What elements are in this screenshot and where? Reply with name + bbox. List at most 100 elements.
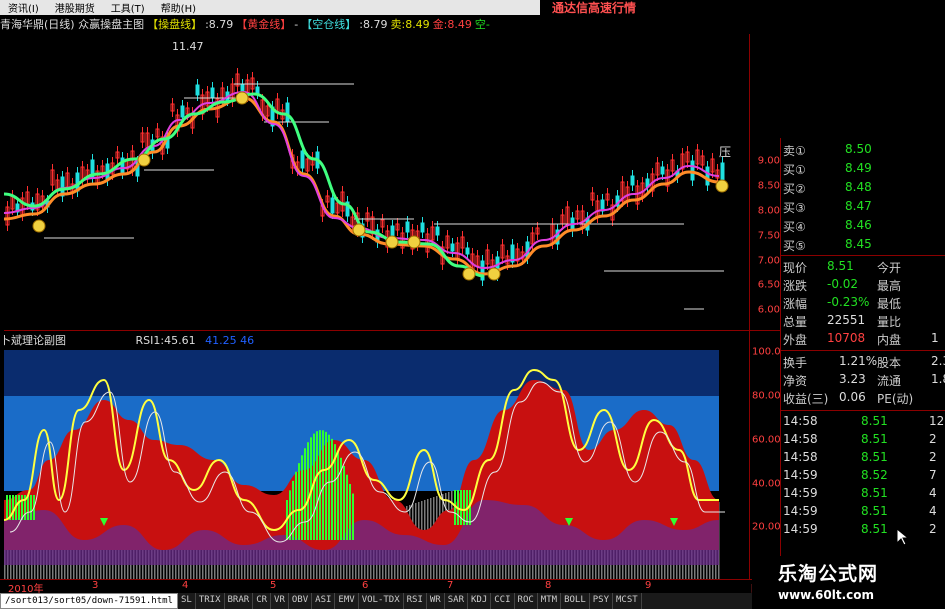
tab-vr[interactable]: VR <box>271 593 289 609</box>
candle-body <box>630 175 635 186</box>
tab-sl[interactable]: SL <box>178 593 196 609</box>
tag-empty-line: 【空仓线】 <box>301 18 357 31</box>
tab-brar[interactable]: BRAR <box>225 593 254 609</box>
date-tick: 3 <box>92 580 99 591</box>
tab-rsi[interactable]: RSI <box>404 593 427 609</box>
candle-body <box>705 166 710 186</box>
tab-mcst[interactable]: MCST <box>613 593 642 609</box>
tick-time: 14:59 <box>783 522 818 536</box>
stat-row: 净资 3.23 流通 1.8 <box>781 372 945 390</box>
smiley-icon <box>352 223 366 237</box>
tick-row: 14:59 8.51 4 <box>781 504 945 522</box>
green-bar <box>325 431 327 540</box>
indicator-tick: 60.00 <box>752 434 781 446</box>
status-url: /sort013/sort05/down-71591.html <box>0 593 178 609</box>
price-tick: 6.00 <box>757 304 780 316</box>
menu-info[interactable]: 资讯(I) <box>0 0 47 15</box>
smiley-icon <box>32 219 46 233</box>
candle-body <box>255 86 260 94</box>
pink-ma-line <box>4 90 720 270</box>
tick-price: 8.51 <box>861 504 888 518</box>
stat-label: 现价 <box>783 261 808 275</box>
tab-mtm[interactable]: MTM <box>538 593 562 609</box>
green-bar <box>346 474 348 540</box>
menu-bar: 资讯(I) 港股期货 工具(T) 帮助(H) <box>0 0 540 15</box>
tab-trix[interactable]: TRIX <box>196 593 225 609</box>
tick-row: 14:58 8.51 12 <box>781 414 945 432</box>
value-gold-line: - <box>294 18 299 31</box>
stat-value: 1.21% <box>839 354 878 368</box>
stat-row: 涨跌 -0.02 最高 <box>781 277 945 295</box>
top-band <box>4 350 719 396</box>
green-bar <box>18 495 20 520</box>
green-bar <box>349 483 351 540</box>
order-price: 8.50 <box>845 142 872 156</box>
tab-psy[interactable]: PSY <box>590 593 614 609</box>
green-bar <box>316 431 318 540</box>
order-price: 8.47 <box>845 199 872 213</box>
smiley-icon <box>385 235 399 249</box>
stat-row: 外盘 10708 内盘 1 <box>781 331 945 349</box>
green-bar <box>319 430 321 540</box>
tick-time: 14:59 <box>783 486 818 500</box>
tick-price: 8.52 <box>861 468 888 482</box>
tick-volume: 12 <box>929 414 945 428</box>
tick-time: 14:58 <box>783 432 818 446</box>
tab-kdj[interactable]: KDJ <box>468 593 492 609</box>
stat-label-2: 今开 <box>877 261 902 275</box>
tab-cci[interactable]: CCI <box>491 593 515 609</box>
tag-gold-line: 【黄金线】 <box>236 18 292 31</box>
indicator-sub-chart[interactable] <box>4 350 749 580</box>
value-empty-line: :8.79 <box>359 18 388 31</box>
main-price-chart[interactable]: 11.47 压 <box>4 34 749 330</box>
stat-label-2: 股本 <box>877 356 902 370</box>
panel-separator <box>781 350 945 351</box>
stat-label: 换手 <box>783 356 808 370</box>
menu-tools[interactable]: 工具(T) <box>103 0 153 15</box>
stat-label-2: PE(动) <box>877 392 914 406</box>
order-book-row: 买④ 8.46 <box>781 218 945 236</box>
main-chart-header: 青海华鼎(日线) 众赢操盘主图 【操盘线】:8.79 【黄金线】 - 【空仓线】:8.7… <box>0 16 540 34</box>
tab-asi[interactable]: ASI <box>312 593 336 609</box>
stat-row: 现价 8.51 今开 <box>781 259 945 277</box>
stat-row: 收益(三) 0.06 PE(动) <box>781 390 945 408</box>
tab-vol-tdx[interactable]: VOL-TDX <box>359 593 404 609</box>
tick-volume: 7 <box>929 468 937 482</box>
rsi-value-2: 41.25 46 <box>205 334 255 347</box>
orange-ma-line <box>4 96 720 276</box>
smiley-icon <box>462 267 476 281</box>
stat-row: 涨幅 -0.23% 最低 <box>781 295 945 313</box>
tab-emv[interactable]: EMV <box>335 593 359 609</box>
tick-time: 14:58 <box>783 414 818 428</box>
tab-cr[interactable]: CR <box>253 593 272 609</box>
stat-label: 净资 <box>783 374 808 388</box>
watermark: 乐淘公式网 www.60lt.com <box>752 556 945 609</box>
tab-obv[interactable]: OBV <box>289 593 313 609</box>
indicator-tick: 40.00 <box>752 478 781 490</box>
order-label: 买⑤ <box>783 239 806 253</box>
sell-value: 卖:8.49 <box>390 18 430 31</box>
tab-roc[interactable]: ROC <box>515 593 538 609</box>
stat-label-2: 内盘 <box>877 333 902 347</box>
panel-separator <box>781 255 945 256</box>
green-bar <box>295 471 297 540</box>
tick-volume: 2 <box>929 522 937 536</box>
green-bar <box>322 430 324 540</box>
tab-wr[interactable]: WR <box>427 593 445 609</box>
smiley-icon <box>407 235 421 249</box>
top-ad-banner[interactable]: 通达信高速行情 <box>540 0 945 15</box>
order-price: 8.48 <box>845 180 872 194</box>
stat-value: 3.23 <box>839 372 866 386</box>
tab-boll[interactable]: BOLL <box>561 593 590 609</box>
ad-text[interactable]: 通达信高速行情 <box>552 0 636 16</box>
candle-body <box>465 247 470 255</box>
menu-help[interactable]: 帮助(H) <box>153 0 204 15</box>
value-operate-line: :8.79 <box>205 18 234 31</box>
indicator-tick: 80.00 <box>752 390 781 402</box>
tick-volume: 4 <box>929 486 937 500</box>
candle-body <box>390 225 395 238</box>
tab-sar[interactable]: SAR <box>445 593 468 609</box>
tick-price: 8.51 <box>861 432 888 446</box>
price-tick: 8.00 <box>757 205 780 217</box>
menu-hk-futures[interactable]: 港股期货 <box>47 0 103 15</box>
